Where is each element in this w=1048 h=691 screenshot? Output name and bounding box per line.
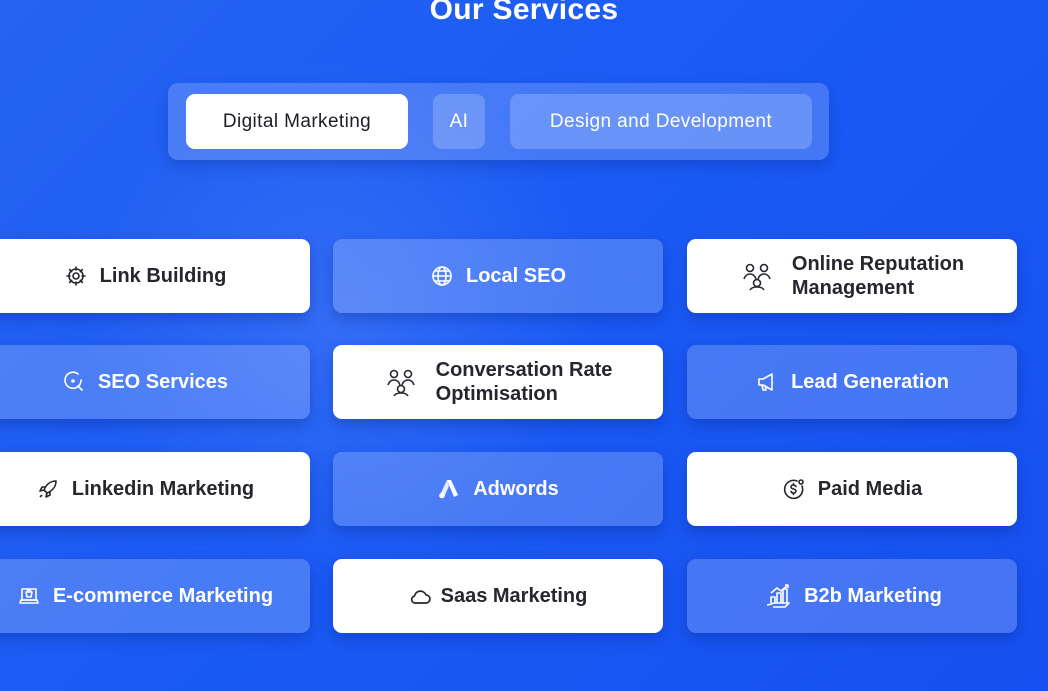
service-label-multiline: Conversation Rate Optimisation: [436, 358, 613, 406]
network-gear-icon: [64, 264, 88, 288]
tab-design-and-development[interactable]: Design and Development: [510, 94, 812, 149]
service-label: SEO Services: [97, 371, 229, 393]
service-label-line1: Online Reputation: [791, 253, 965, 275]
tab-ai[interactable]: AI: [433, 94, 485, 149]
laptop-shop-icon: [17, 584, 41, 608]
people-group-icon: [740, 259, 774, 293]
service-label: Lead Generation: [791, 371, 949, 393]
globe-icon: [430, 264, 454, 288]
search-refresh-icon: [62, 370, 86, 394]
service-label: B2b Marketing: [804, 585, 942, 607]
service-label: Link Building: [99, 265, 227, 287]
service-card-adwords[interactable]: Adwords: [333, 452, 663, 526]
service-label: Paid Media: [817, 478, 923, 500]
people-group-icon: [384, 365, 418, 399]
service-card-link-building[interactable]: Link Building: [0, 239, 310, 313]
service-label-multiline: Online Reputation Management: [792, 252, 964, 300]
service-label: Adwords: [473, 478, 559, 500]
service-card-lead-generation[interactable]: Lead Generation: [687, 345, 1017, 419]
service-label: Local SEO: [465, 265, 567, 287]
service-label: E-commerce Marketing: [52, 585, 274, 607]
growth-chart-icon: [762, 579, 796, 613]
service-card-b2b-marketing[interactable]: B2b Marketing: [687, 559, 1017, 633]
service-label-line2: Management: [791, 277, 915, 299]
service-card-saas-marketing[interactable]: Saas Marketing: [333, 559, 663, 633]
service-card-e-commerce-marketing[interactable]: E-commerce Marketing: [0, 559, 310, 633]
service-card-conversation-rate-optimisation[interactable]: Conversation Rate Optimisation: [333, 345, 663, 419]
service-label: Saas Marketing: [440, 585, 588, 607]
service-card-seo-services[interactable]: SEO Services: [0, 345, 310, 419]
dollar-coin-icon: [782, 477, 806, 501]
service-card-local-seo[interactable]: Local SEO: [333, 239, 663, 313]
service-label-line2: Optimisation: [435, 383, 558, 405]
cloud-icon: [409, 584, 433, 608]
service-card-linkedin-marketing[interactable]: Linkedin Marketing: [0, 452, 310, 526]
category-tabs: Digital Marketing AI Design and Developm…: [168, 83, 829, 160]
service-card-paid-media[interactable]: Paid Media: [687, 452, 1017, 526]
service-card-online-reputation-management[interactable]: Online Reputation Management: [687, 239, 1017, 313]
service-label-line1: Conversation Rate: [435, 359, 613, 381]
rocket-icon: [36, 477, 60, 501]
tab-digital-marketing[interactable]: Digital Marketing: [186, 94, 408, 149]
adwords-logo-icon: [437, 477, 461, 501]
megaphone-icon: [755, 370, 779, 394]
section-title: Our Services: [429, 0, 619, 26]
service-label: Linkedin Marketing: [71, 478, 255, 500]
